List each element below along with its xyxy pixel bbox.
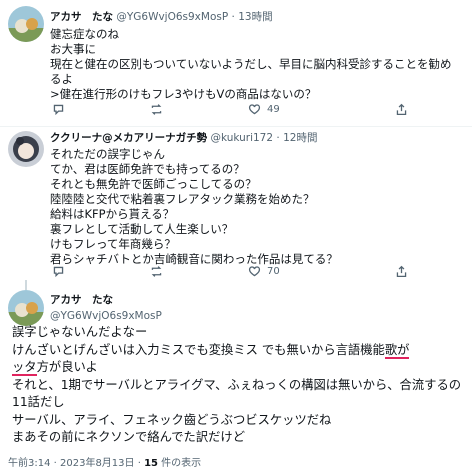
- reply-button[interactable]: [52, 103, 65, 116]
- avatar[interactable]: [8, 6, 44, 42]
- view-count: 15: [144, 458, 158, 469]
- separator-dot: ·: [276, 132, 280, 144]
- share-button[interactable]: [395, 103, 408, 116]
- text-rest: それと、1期でサーバルとアライグマ、ふぇねっくの構図は無いから、合流するの11話…: [12, 377, 462, 445]
- post-time[interactable]: 午前3:14 · 2023年8月13日 ·: [8, 458, 144, 469]
- like-count: 49: [267, 104, 280, 115]
- avatar[interactable]: [8, 131, 44, 167]
- share-icon: [396, 265, 407, 278]
- author-name[interactable]: アカサ たな: [50, 11, 113, 23]
- share-icon: [396, 103, 407, 116]
- author-handle[interactable]: @kukuri172: [210, 132, 273, 144]
- main-tweet-text: 誤字じゃないんだよなー けんざいとげんざいは入力ミスでも変換ミス でも無いから言…: [12, 324, 468, 447]
- retweet-icon: [151, 266, 162, 277]
- highlighted-text: ッタ: [12, 360, 37, 374]
- separator-dot: ·: [231, 11, 235, 23]
- tweet-text: 健忘症なのね お大事に 現在と健在の区別もついていないようだし、早目に脳内科受診…: [50, 27, 452, 101]
- like-count: 70: [267, 266, 280, 277]
- author-name[interactable]: アカサ たな: [50, 294, 113, 306]
- thread-connector: [25, 280, 27, 290]
- text-line: けんざいとげんざいは入力ミスでも変換ミス でも無いから言語機能: [12, 342, 385, 357]
- reply-button[interactable]: [52, 265, 65, 278]
- like-icon: [248, 104, 261, 115]
- like-icon: [248, 266, 261, 277]
- views-label: 件の表示: [158, 458, 202, 469]
- retweet-button[interactable]: [150, 265, 163, 278]
- author-handle[interactable]: @YG6WvjO6s9xMosP: [116, 11, 228, 23]
- like-button[interactable]: 49: [248, 103, 280, 116]
- like-button[interactable]: 70: [248, 265, 280, 278]
- highlighted-text: 歌が: [384, 342, 410, 357]
- timestamp[interactable]: 13時間: [238, 11, 272, 23]
- reply-icon: [53, 104, 64, 116]
- author-handle[interactable]: @YG6WvjO6s9xMosP: [50, 310, 162, 322]
- text-line: 誤字じゃないんだよなー: [12, 325, 148, 339]
- timestamp[interactable]: 12時間: [283, 132, 317, 144]
- avatar[interactable]: [8, 290, 44, 326]
- share-button[interactable]: [395, 265, 408, 278]
- retweet-button[interactable]: [150, 103, 163, 116]
- tweet-text: それただの誤字じゃん てか、君は医師免許でも持ってるの？ それとも無免許で医師ご…: [50, 147, 338, 266]
- retweet-icon: [151, 104, 162, 115]
- tweet-meta: 午前3:14 · 2023年8月13日 · 15 件の表示: [8, 454, 201, 469]
- reply-tweet-1[interactable]: アカサ たな @YG6WvjO6s9xMosP · 13時間 健忘症なのね お大…: [0, 0, 472, 126]
- reply-icon: [53, 266, 64, 278]
- author-name[interactable]: ククリーナ@メカアリーナガチ勢: [50, 132, 207, 144]
- reply-tweet-2[interactable]: ククリーナ@メカアリーナガチ勢 @kukuri172 · 12時間 それただの誤…: [0, 127, 472, 287]
- text-line: 方が良いよ: [36, 360, 98, 374]
